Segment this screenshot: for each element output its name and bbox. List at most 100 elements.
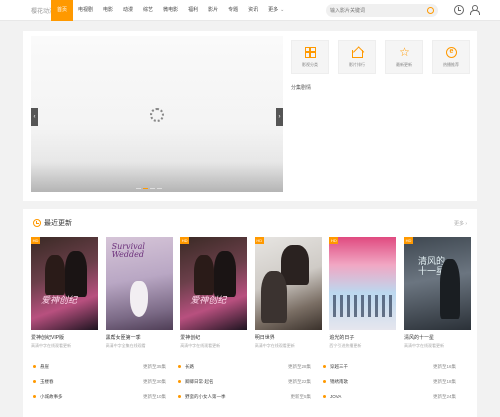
nav-item-variety[interactable]: 综艺 [138, 0, 158, 21]
poster-grid: 爱神创纪 HD 爱神创纪VIP版 高清中字在线观看更新 Survival Wedd… [31, 237, 471, 349]
slider-dot-active[interactable] [143, 187, 148, 189]
card-subtitle: 高清中字在线观看更新 [254, 343, 295, 348]
list-item[interactable]: 小城故事多 更新至10集 [33, 392, 178, 401]
nav-item-topics[interactable]: 专题 [223, 0, 243, 21]
episode-status: 更新至16集 [432, 363, 456, 369]
search-input[interactable] [330, 6, 420, 15]
grid-icon [305, 47, 316, 58]
bullet-icon [323, 380, 326, 383]
nav-item-anime[interactable]: 动漫 [118, 0, 138, 21]
search-box [326, 4, 438, 17]
section-title: 最近更新 [33, 218, 72, 228]
slider-prev-button[interactable]: ‹ [31, 108, 38, 126]
episode-name[interactable]: 玉楼春 [40, 379, 120, 385]
poster-card[interactable]: 爱神创纪 HD 爱神创纪 高清中字在线观看更新 [180, 237, 248, 349]
nav-item-news[interactable]: 资讯 [243, 0, 263, 21]
history-icon[interactable] [454, 5, 464, 15]
nav-item-movie[interactable]: 电影 [98, 0, 118, 21]
poster-image[interactable]: 清风的 十一星 HD [403, 237, 471, 330]
nav-more[interactable]: 更多 ⌄ [263, 0, 289, 21]
poster-image[interactable]: 爱神创纪 HD [31, 237, 98, 330]
episode-name[interactable]: 穿越三千 [330, 364, 410, 370]
nav-item-films[interactable]: 影片 [203, 0, 223, 21]
episode-status: 更新至30集 [142, 378, 166, 384]
poster-figure [45, 255, 65, 295]
episode-name[interactable]: 野蛮的小女人第一季 [185, 394, 265, 400]
poster-title-art: 爱神创纪 [190, 296, 227, 306]
bullet-icon [33, 365, 36, 368]
poster-card[interactable]: 清风的 十一星 HD 清风的十一星 高清中字在线观看更新 [403, 237, 471, 349]
poster-card[interactable]: HD 明日世界 高清中字在线观看更新 [254, 237, 322, 349]
bullet-icon [323, 395, 326, 398]
episode-status: 更新至18集 [432, 378, 456, 384]
card-title[interactable]: 黑帮女匪第一季 [106, 334, 173, 341]
more-link[interactable]: 更多 › [454, 220, 467, 227]
e-icon: e [446, 47, 457, 58]
bullet-icon [178, 395, 181, 398]
card-title[interactable]: 明日世界 [255, 334, 322, 341]
poster-image[interactable]: Survival Wedded [105, 237, 173, 330]
top-header: 樱花动漫 首页 电视剧 电影 动漫 综艺 微电影 福利 影片 专题 资讯 更多 … [0, 0, 500, 21]
poster-figure [65, 251, 87, 297]
poster-image[interactable]: HD [329, 237, 397, 330]
episode-status: 更新至22集 [287, 378, 311, 384]
card-title[interactable]: 爱神创纪VIP版 [31, 334, 98, 341]
poster-tag: HD [329, 237, 339, 244]
quick-link-hot[interactable]: e 热播推荐 [432, 40, 470, 74]
section-tag[interactable]: 分集剧情 [291, 84, 311, 91]
user-icon[interactable] [469, 5, 480, 15]
card-title[interactable]: 清风的十一星 [404, 334, 471, 341]
banner-slider[interactable]: ‹ › [31, 36, 283, 192]
card-title[interactable]: 爱神创纪 [180, 334, 247, 341]
list-item[interactable]: 卿卿日常·起名 更新至22集 [178, 377, 323, 386]
episode-list: 悬崖 更新至35集 长路 更新至28集 穿越三千 更新至16集 玉楼春 更新至30集 卿… [33, 362, 469, 401]
quick-link-label: 热播推荐 [443, 62, 459, 67]
latest-section: 最近更新 更多 › 爱神创纪 HD 爱神创纪VIP版 高清中字在线观看更新 Su… [23, 209, 477, 417]
poster-image[interactable]: HD [254, 237, 322, 330]
quick-links: 影视分类 影片排行 ☆ 最新更新 e 热播推荐 [291, 40, 470, 74]
bullet-icon [33, 395, 36, 398]
list-item[interactable]: 野蛮的小女人第一季 更新至5集 [178, 392, 323, 401]
episode-name[interactable]: 悬崖 [40, 364, 120, 370]
slider-next-button[interactable]: › [276, 108, 283, 126]
episode-name[interactable]: 卿卿日常·起名 [185, 379, 265, 385]
episode-name[interactable]: JOVA [330, 394, 410, 399]
nav-item-home[interactable]: 首页 [51, 0, 73, 21]
quick-link-latest[interactable]: ☆ 最新更新 [385, 40, 423, 74]
nav-item-micro[interactable]: 微电影 [158, 0, 183, 21]
main-nav: 首页 电视剧 电影 动漫 综艺 微电影 福利 影片 专题 资讯 更多 ⌄ [51, 0, 289, 21]
list-item[interactable]: 长路 更新至28集 [178, 362, 323, 371]
poster-card[interactable]: Survival Wedded 黑帮女匪第一季 高清中字全集在线观看 [105, 237, 173, 349]
card-subtitle: 西宁引进热播更新 [329, 343, 362, 348]
episode-name[interactable]: 小城故事多 [40, 394, 120, 400]
episode-name[interactable]: 长路 [185, 364, 265, 370]
poster-card[interactable]: 爱神创纪 HD 爱神创纪VIP版 高清中字在线观看更新 [31, 237, 98, 349]
card-subtitle: 高清中字在线观看更新 [180, 343, 221, 348]
search-icon[interactable] [427, 7, 434, 14]
poster-card[interactable]: HD 追光的日子 西宁引进热播更新 [329, 237, 397, 349]
loading-spinner-icon [150, 108, 164, 122]
list-item[interactable]: 悬崖 更新至35集 [33, 362, 178, 371]
poster-figure [439, 259, 460, 319]
quick-link-category[interactable]: 影视分类 [291, 40, 329, 74]
poster-crowd [333, 295, 393, 317]
card-title[interactable]: 追光的日子 [329, 334, 396, 341]
poster-tag: HD [31, 237, 40, 244]
list-item[interactable]: 玉楼春 更新至30集 [33, 377, 178, 386]
slider-dot[interactable] [150, 187, 155, 189]
nav-item-tv[interactable]: 电视剧 [73, 0, 98, 21]
slider-dot[interactable] [136, 187, 141, 189]
star-icon: ☆ [399, 45, 410, 59]
list-item[interactable]: JOVA 更新至24集 [323, 392, 468, 401]
episode-status: 更新至24集 [432, 393, 456, 399]
episode-name[interactable]: 锦绣南歌 [330, 379, 410, 385]
slider-dot[interactable] [157, 187, 162, 189]
quick-link-ranking[interactable]: 影片排行 [338, 40, 376, 74]
list-item[interactable]: 锦绣南歌 更新至18集 [323, 377, 468, 386]
episode-status: 更新至35集 [142, 363, 166, 369]
nav-item-welfare[interactable]: 福利 [183, 0, 203, 21]
list-item[interactable]: 穿越三千 更新至16集 [323, 362, 468, 371]
episode-status: 更新至5集 [290, 393, 311, 399]
poster-figure [194, 255, 215, 295]
poster-image[interactable]: 爱神创纪 HD [180, 237, 248, 330]
